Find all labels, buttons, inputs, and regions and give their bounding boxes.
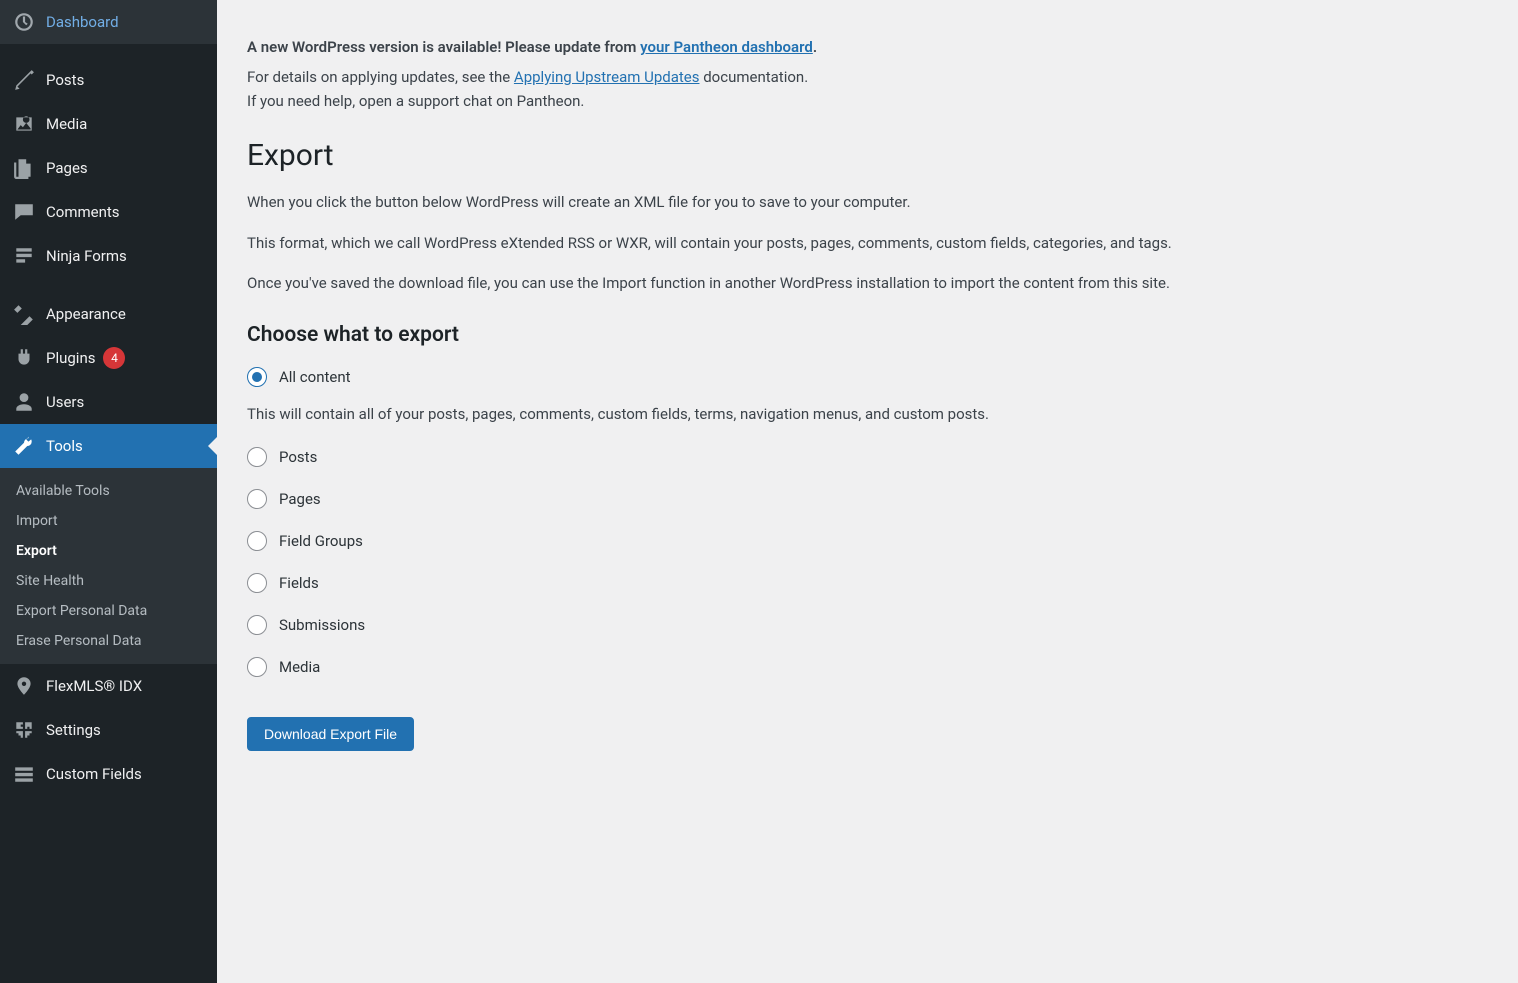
- submenu-import[interactable]: Import: [0, 506, 217, 536]
- users-icon: [12, 390, 36, 414]
- sidebar-label: Tools: [46, 437, 83, 455]
- download-export-button[interactable]: Download Export File: [247, 717, 414, 751]
- sidebar-item-appearance[interactable]: Appearance: [0, 292, 217, 336]
- export-option-posts[interactable]: Posts: [247, 447, 1487, 467]
- submenu-erase-personal-data[interactable]: Erase Personal Data: [0, 626, 217, 656]
- sidebar-label: Appearance: [46, 305, 126, 323]
- radio-pages[interactable]: [247, 489, 267, 509]
- export-option-field-groups[interactable]: Field Groups: [247, 531, 1487, 551]
- tools-icon: [12, 434, 36, 458]
- forms-icon: [12, 244, 36, 268]
- sidebar-label: Pages: [46, 159, 88, 177]
- sidebar-item-settings[interactable]: Settings: [0, 708, 217, 752]
- sidebar-label: Dashboard: [46, 13, 119, 31]
- option-label[interactable]: Posts: [279, 448, 317, 466]
- radio-media[interactable]: [247, 657, 267, 677]
- sidebar-label: Comments: [46, 203, 120, 221]
- notice-text: .: [813, 38, 817, 56]
- export-option-media[interactable]: Media: [247, 657, 1487, 677]
- radio-field-groups[interactable]: [247, 531, 267, 551]
- posts-icon: [12, 68, 36, 92]
- comments-icon: [12, 200, 36, 224]
- option-description: This will contain all of your posts, pag…: [247, 405, 1487, 423]
- submenu-site-health[interactable]: Site Health: [0, 566, 217, 596]
- page-description: Once you've saved the download file, you…: [247, 272, 1487, 295]
- sidebar-label: Settings: [46, 721, 101, 739]
- update-notice: A new WordPress version is available! Pl…: [247, 20, 1487, 113]
- sidebar-label: FlexMLS® IDX: [46, 677, 142, 695]
- sidebar-item-comments[interactable]: Comments: [0, 190, 217, 234]
- page-title: Export: [247, 138, 1487, 173]
- notice-text: A new WordPress version is available! Pl…: [247, 38, 640, 56]
- media-icon: [12, 112, 36, 136]
- sidebar-item-pages[interactable]: Pages: [0, 146, 217, 190]
- submenu-export[interactable]: Export: [0, 536, 217, 566]
- option-label[interactable]: Submissions: [279, 616, 365, 634]
- pages-icon: [12, 156, 36, 180]
- export-option-all[interactable]: All content: [247, 367, 1487, 387]
- export-option-pages[interactable]: Pages: [247, 489, 1487, 509]
- page-description: When you click the button below WordPres…: [247, 191, 1487, 214]
- notice-text: documentation.: [699, 68, 808, 86]
- section-title: Choose what to export: [247, 323, 1487, 347]
- sidebar-label: Posts: [46, 71, 84, 89]
- sidebar-label: Media: [46, 115, 87, 133]
- option-label[interactable]: Media: [279, 658, 320, 676]
- custom-fields-icon: [12, 762, 36, 786]
- sidebar-item-ninja-forms[interactable]: Ninja Forms: [0, 234, 217, 278]
- export-option-fields[interactable]: Fields: [247, 573, 1487, 593]
- dashboard-icon: [12, 10, 36, 34]
- sidebar-item-media[interactable]: Media: [0, 102, 217, 146]
- plugins-icon: [12, 346, 36, 370]
- sidebar-item-tools[interactable]: Tools: [0, 424, 217, 468]
- upstream-updates-link[interactable]: Applying Upstream Updates: [514, 68, 700, 86]
- location-icon: [12, 674, 36, 698]
- sidebar-label: Custom Fields: [46, 765, 142, 783]
- submenu-export-personal-data[interactable]: Export Personal Data: [0, 596, 217, 626]
- sidebar-item-posts[interactable]: Posts: [0, 58, 217, 102]
- sidebar-label: Users: [46, 393, 84, 411]
- option-label[interactable]: Field Groups: [279, 532, 363, 550]
- appearance-icon: [12, 302, 36, 326]
- plugins-badge: 4: [103, 347, 125, 369]
- notice-text: If you need help, open a support chat on…: [247, 92, 584, 110]
- export-option-submissions[interactable]: Submissions: [247, 615, 1487, 635]
- submenu-available-tools[interactable]: Available Tools: [0, 476, 217, 506]
- pantheon-dashboard-link[interactable]: your Pantheon dashboard: [640, 38, 813, 56]
- option-label[interactable]: Fields: [279, 574, 319, 592]
- radio-all-content[interactable]: [247, 367, 267, 387]
- radio-submissions[interactable]: [247, 615, 267, 635]
- settings-icon: [12, 718, 36, 742]
- radio-posts[interactable]: [247, 447, 267, 467]
- radio-fields[interactable]: [247, 573, 267, 593]
- main-content: A new WordPress version is available! Pl…: [217, 0, 1517, 983]
- sidebar-label: Plugins: [46, 349, 95, 367]
- sidebar-item-flexmls[interactable]: FlexMLS® IDX: [0, 664, 217, 708]
- sidebar-item-dashboard[interactable]: Dashboard: [0, 0, 217, 44]
- sidebar-label: Ninja Forms: [46, 247, 127, 265]
- tools-submenu: Available Tools Import Export Site Healt…: [0, 468, 217, 664]
- option-label[interactable]: All content: [279, 368, 351, 386]
- option-label[interactable]: Pages: [279, 490, 321, 508]
- sidebar-item-users[interactable]: Users: [0, 380, 217, 424]
- sidebar-item-plugins[interactable]: Plugins 4: [0, 336, 217, 380]
- admin-sidebar: Dashboard Posts Media Pages Comments Nin…: [0, 0, 217, 983]
- notice-text: For details on applying updates, see the: [247, 68, 514, 86]
- page-description: This format, which we call WordPress eXt…: [247, 232, 1487, 255]
- sidebar-item-custom-fields[interactable]: Custom Fields: [0, 752, 217, 796]
